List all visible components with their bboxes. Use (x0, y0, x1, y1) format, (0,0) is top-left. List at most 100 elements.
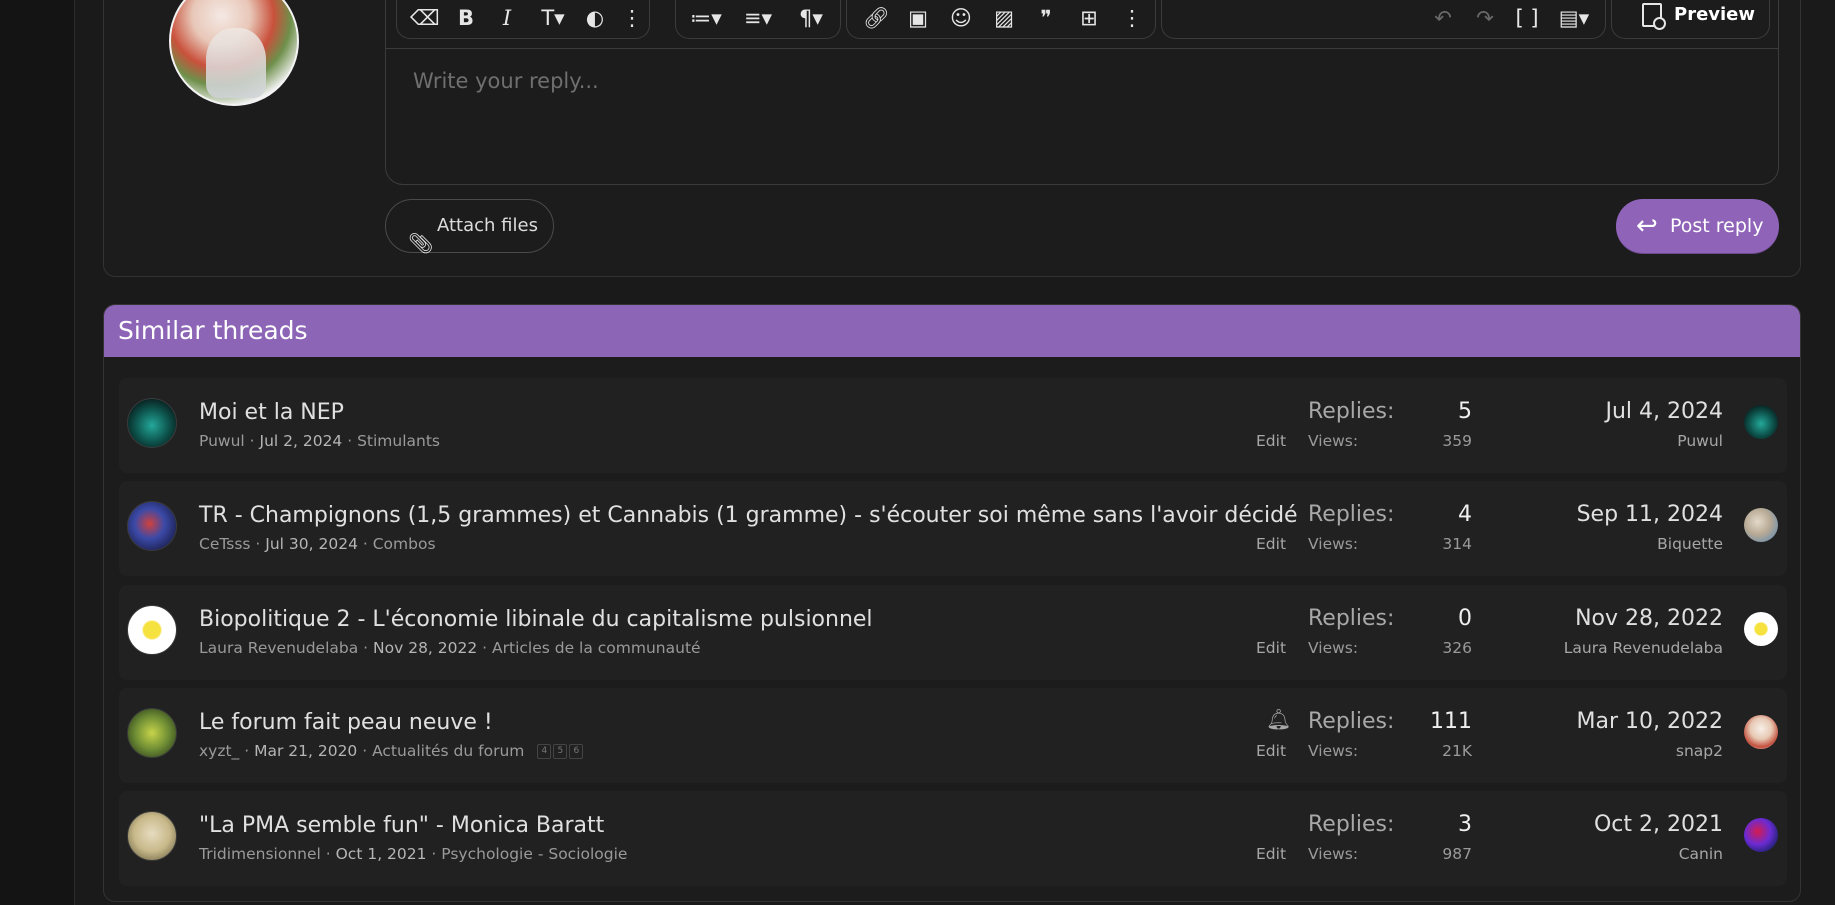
bell-icon[interactable]: 🔔︎ (1266, 707, 1291, 731)
thread-author[interactable]: Puwul (199, 432, 245, 450)
table-icon[interactable]: ⊞ (1076, 5, 1102, 31)
last-post-date[interactable]: Sep 11, 2024 (1577, 502, 1723, 527)
author-avatar[interactable] (127, 501, 177, 551)
author-avatar[interactable] (127, 811, 177, 861)
thread-author[interactable]: CeTsss (199, 535, 251, 553)
thread-title[interactable]: Le forum fait peau neuve ! (199, 710, 493, 735)
thread-date[interactable]: Jul 2, 2024 (260, 432, 343, 450)
image-icon[interactable]: ▣ (905, 5, 931, 31)
thread-meta: xyzt_ · Mar 21, 2020 · Actualités du for… (199, 742, 585, 760)
toolbar-group-history: ↶ ↷ [ ] ▤▾ (1161, 0, 1606, 39)
views-label: Views: (1308, 432, 1359, 450)
align-icon[interactable]: ≡▾ (738, 5, 778, 31)
thread-forum[interactable]: Articles de la communauté (492, 639, 701, 657)
last-user-avatar[interactable] (1744, 405, 1778, 439)
preview-label: Preview (1674, 4, 1756, 25)
more-icon[interactable]: ⋮ (619, 5, 645, 31)
author-avatar[interactable] (127, 605, 177, 655)
edit-link[interactable]: Edit (1256, 535, 1286, 553)
post-reply-button[interactable]: ↩ Post reply (1616, 199, 1779, 253)
thread-date[interactable]: Mar 21, 2020 (254, 742, 357, 760)
thread-forum[interactable]: Stimulants (357, 432, 440, 450)
thread-date[interactable]: Oct 1, 2021 (336, 845, 427, 863)
attach-files-button[interactable]: 📎︎ Attach files (385, 199, 554, 255)
last-post-date[interactable]: Oct 2, 2021 (1594, 812, 1723, 837)
toolbar-group-paragraph: ≔▾ ≡▾ ¶▾ (675, 0, 841, 39)
replies-label: Replies: (1308, 502, 1395, 527)
thread-meta: CeTsss · Jul 30, 2024 · Combos (199, 535, 436, 553)
redo-icon[interactable]: ↷ (1472, 5, 1498, 31)
last-post-user[interactable]: snap2 (1676, 742, 1723, 760)
last-user-avatar[interactable] (1744, 715, 1778, 749)
author-avatar[interactable] (127, 708, 177, 758)
replies-label: Replies: (1308, 399, 1395, 424)
views-label: Views: (1308, 639, 1359, 657)
thread-title[interactable]: Biopolitique 2 - L'économie libinale du … (199, 607, 873, 632)
views-count: 314 (1442, 535, 1472, 553)
page-jump: 456 (537, 742, 585, 760)
thread-author[interactable]: Laura Revenudelaba (199, 639, 358, 657)
thread-row: Moi et la NEP Puwul · Jul 2, 2024 · Stim… (119, 378, 1787, 473)
last-post-user[interactable]: Canin (1679, 845, 1723, 863)
smile-icon[interactable]: ☺ (948, 5, 974, 31)
replies-label: Replies: (1308, 606, 1395, 631)
views-count: 987 (1442, 845, 1472, 863)
last-user-avatar[interactable] (1744, 612, 1778, 646)
thread-meta: Puwul · Jul 2, 2024 · Stimulants (199, 432, 441, 450)
reply-textarea[interactable]: Write your reply... (413, 69, 599, 93)
preview-button[interactable]: Preview (1611, 0, 1770, 39)
editor-toolbar: ⌫ B I T▾ ◐ ⋮ ≔▾ ≡▾ ¶▾ 🔗︎ ▣ ☺ ▨ ❞ ⊞ ⋮ ↶ ↷… (386, 0, 1778, 49)
paragraph-icon[interactable]: ¶▾ (791, 5, 831, 31)
last-post-user[interactable]: Laura Revenudelaba (1564, 639, 1723, 657)
thread-forum[interactable]: Combos (373, 535, 436, 553)
undo-icon[interactable]: ↶ (1430, 5, 1456, 31)
reply-editor: ⌫ B I T▾ ◐ ⋮ ≔▾ ≡▾ ¶▾ 🔗︎ ▣ ☺ ▨ ❞ ⊞ ⋮ ↶ ↷… (385, 0, 1779, 185)
italic-icon[interactable]: I (494, 5, 520, 31)
edit-link[interactable]: Edit (1256, 639, 1286, 657)
page-link[interactable]: 4 (537, 744, 552, 759)
views-count: 21K (1442, 742, 1472, 760)
edit-link[interactable]: Edit (1256, 742, 1286, 760)
thread-forum[interactable]: Psychologie - Sociologie (441, 845, 627, 863)
views-count: 326 (1442, 639, 1472, 657)
preview-icon (1642, 3, 1666, 30)
brackets-icon[interactable]: [ ] (1514, 5, 1540, 31)
link-icon[interactable]: 🔗︎ (863, 5, 890, 31)
last-post-user[interactable]: Biquette (1657, 535, 1723, 553)
list-icon[interactable]: ≔▾ (686, 5, 726, 31)
thread-title[interactable]: TR - Champignons (1,5 grammes) et Cannab… (199, 503, 1298, 528)
similar-threads-panel: Similar threads Moi et la NEP Puwul · Ju… (103, 304, 1801, 902)
page-link[interactable]: 5 (553, 744, 568, 759)
last-post-date[interactable]: Nov 28, 2022 (1575, 606, 1723, 631)
page-link[interactable]: 6 (569, 744, 584, 759)
attach-files-label: Attach files (437, 215, 538, 236)
bold-icon[interactable]: B (453, 5, 479, 31)
post-reply-label: Post reply (1670, 215, 1764, 237)
eraser-icon[interactable]: ⌫ (410, 5, 440, 31)
quote-icon[interactable]: ❞ (1033, 5, 1059, 31)
thread-title[interactable]: Moi et la NEP (199, 400, 344, 425)
palette-icon[interactable]: ◐ (582, 5, 608, 31)
text-size-icon[interactable]: T▾ (533, 5, 573, 31)
thread-date[interactable]: Nov 28, 2022 (373, 639, 477, 657)
thread-row: TR - Champignons (1,5 grammes) et Cannab… (119, 481, 1787, 576)
last-post-date[interactable]: Mar 10, 2022 (1577, 709, 1723, 734)
media-icon[interactable]: ▨ (991, 5, 1017, 31)
edit-link[interactable]: Edit (1256, 432, 1286, 450)
author-avatar[interactable] (127, 398, 177, 448)
last-user-avatar[interactable] (1744, 818, 1778, 852)
thread-date[interactable]: Jul 30, 2024 (265, 535, 358, 553)
last-post-date[interactable]: Jul 4, 2024 (1605, 399, 1723, 424)
thread-title[interactable]: "La PMA semble fun" - Monica Baratt (199, 813, 604, 838)
thread-author[interactable]: xyzt_ (199, 742, 239, 760)
edit-link[interactable]: Edit (1256, 845, 1286, 863)
thread-author[interactable]: Tridimensionnel (199, 845, 321, 863)
replies-count: 4 (1458, 502, 1472, 527)
more-icon[interactable]: ⋮ (1119, 5, 1145, 31)
views-count: 359 (1442, 432, 1472, 450)
save-draft-icon[interactable]: ▤▾ (1554, 5, 1594, 31)
thread-forum[interactable]: Actualités du forum (372, 742, 524, 760)
thread-row: Biopolitique 2 - L'économie libinale du … (119, 585, 1787, 680)
last-user-avatar[interactable] (1744, 508, 1778, 542)
last-post-user[interactable]: Puwul (1677, 432, 1723, 450)
